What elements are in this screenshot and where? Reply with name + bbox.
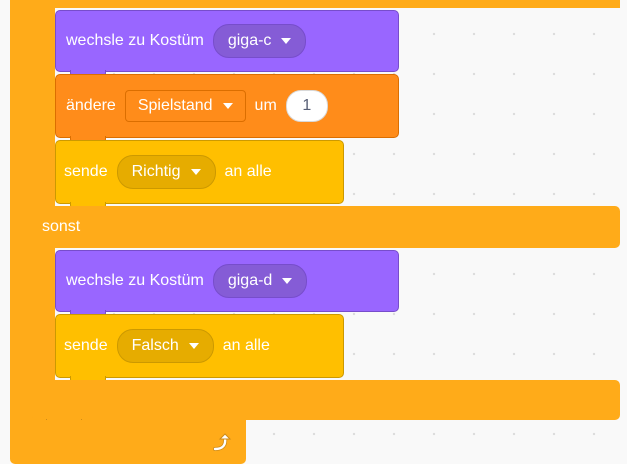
- switch-costume-block-2[interactable]: wechsle zu Kostüm giga-d: [55, 250, 399, 319]
- message-value: Falsch: [131, 337, 179, 354]
- variable-value: Spielstand: [137, 97, 213, 114]
- broadcast-suffix: an alle: [224, 163, 272, 180]
- change-amount-input[interactable]: 1: [285, 90, 328, 122]
- message-dropdown[interactable]: Richtig: [116, 155, 216, 189]
- costume-dropdown[interactable]: giga-d: [212, 264, 308, 298]
- caret-down-icon: [188, 343, 199, 349]
- change-variable-block[interactable]: ändere Spielstand um 1: [55, 74, 399, 145]
- costume-dropdown[interactable]: giga-c: [212, 24, 307, 58]
- block-label: sende: [64, 337, 108, 354]
- block-label: wechsle zu Kostüm: [66, 272, 204, 289]
- outer-loop-bottom[interactable]: [10, 420, 246, 464]
- broadcast-suffix: an alle: [222, 337, 270, 354]
- switch-costume-block-1[interactable]: wechsle zu Kostüm giga-c: [55, 10, 399, 79]
- broadcast-block-2[interactable]: sende Falsch an alle: [55, 314, 344, 385]
- caret-down-icon: [282, 278, 293, 284]
- loop-arrow-icon: [213, 433, 232, 451]
- costume-value: giga-d: [227, 272, 273, 289]
- block-label: ändere: [66, 97, 116, 114]
- caret-down-icon: [222, 103, 233, 109]
- costume-value: giga-c: [227, 32, 272, 49]
- outer-loop-arm[interactable]: [10, 0, 40, 420]
- block-label: sende: [64, 163, 108, 180]
- if-else-bottom[interactable]: [32, 380, 620, 428]
- message-value: Richtig: [131, 163, 181, 180]
- else-bar[interactable]: sonst: [40, 206, 620, 248]
- block-label: wechsle zu Kostüm: [66, 32, 204, 49]
- broadcast-block-1[interactable]: sende Richtig an alle: [55, 140, 344, 211]
- caret-down-icon: [190, 169, 201, 175]
- message-dropdown[interactable]: Falsch: [116, 329, 214, 363]
- variable-dropdown[interactable]: Spielstand: [124, 90, 246, 122]
- caret-down-icon: [281, 38, 292, 44]
- else-label: sonst: [42, 218, 81, 235]
- if-block-top[interactable]: [40, 0, 620, 8]
- by-label: um: [254, 97, 277, 114]
